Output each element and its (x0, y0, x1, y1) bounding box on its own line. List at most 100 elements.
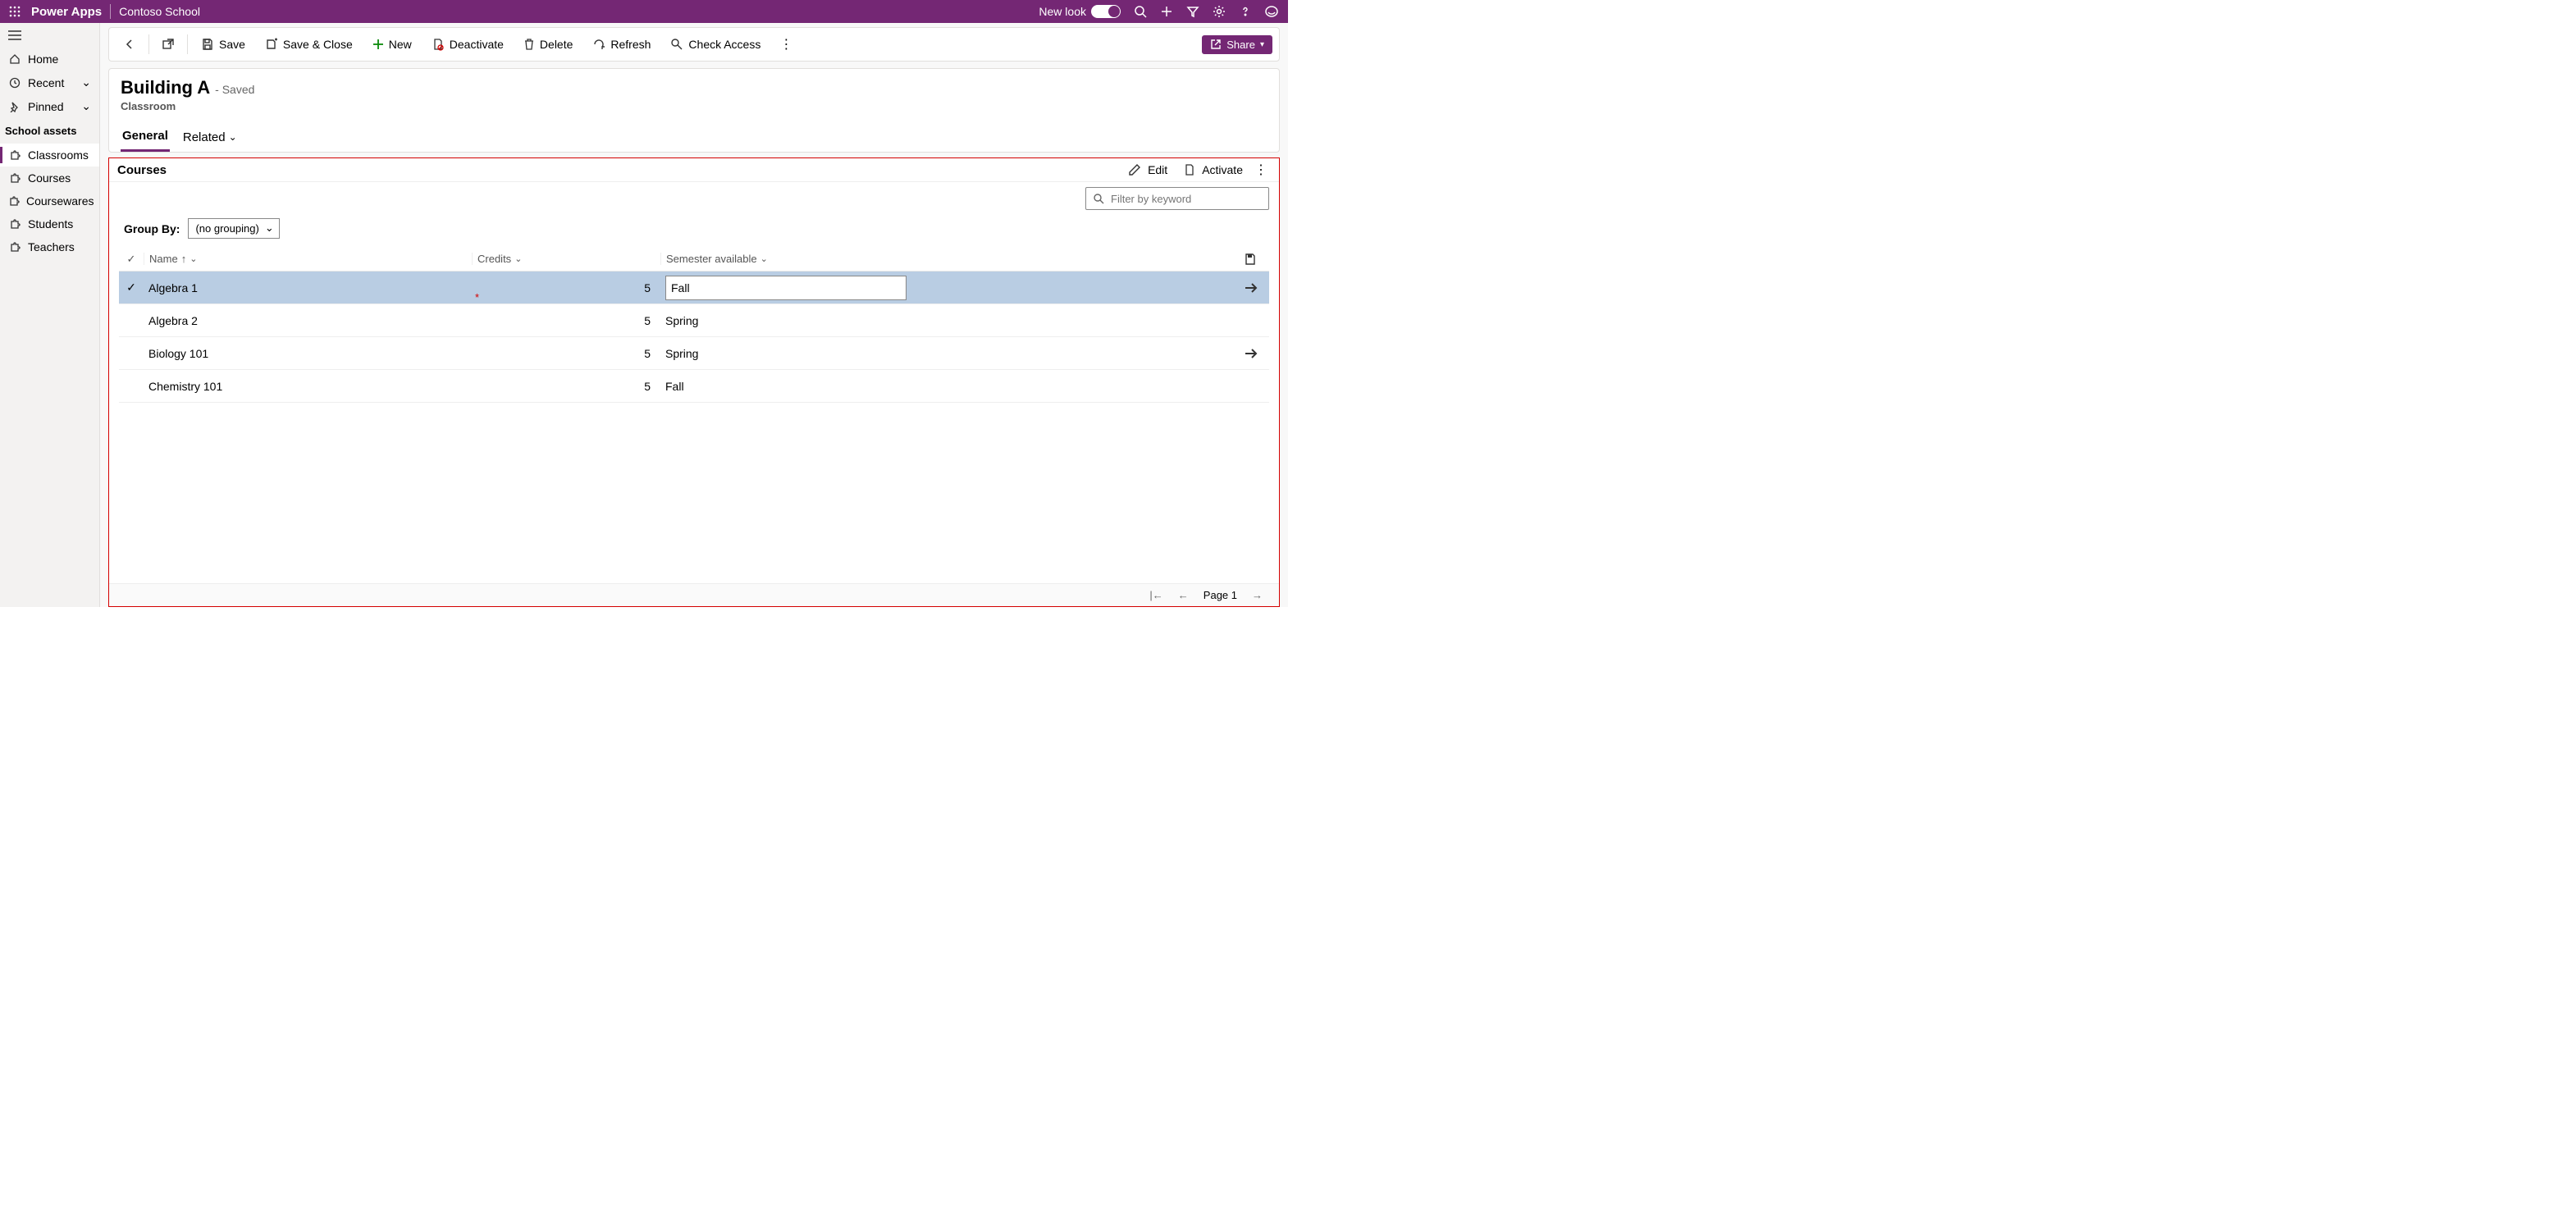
cell-credits[interactable]: 5 (472, 314, 660, 327)
clock-icon (8, 76, 21, 89)
pager-next-icon[interactable]: → (1252, 589, 1263, 601)
tab-related[interactable]: Related⌄ (181, 124, 239, 152)
open-record-arrow-icon[interactable] (1245, 282, 1269, 294)
save-status: - Saved (215, 83, 254, 96)
save-close-button[interactable]: Save & Close (257, 28, 361, 61)
new-button[interactable]: New (364, 28, 420, 61)
table-row[interactable]: ✓ Algebra 1 *5 (119, 272, 1269, 304)
more-commands-icon[interactable]: ⋮ (772, 28, 800, 61)
pin-icon (8, 100, 21, 113)
cell-name[interactable]: Algebra 1 (144, 281, 472, 294)
row-checkbox[interactable]: ✓ (119, 281, 144, 294)
select-all-checkbox[interactable]: ✓ (119, 253, 144, 266)
hamburger-icon[interactable] (0, 23, 99, 48)
sidebar-item-label: Coursewares (26, 194, 94, 208)
nav-pinned[interactable]: Pinned ⌄ (0, 94, 99, 118)
sidebar-item-students[interactable]: Students (0, 212, 99, 235)
sidebar-item-classrooms[interactable]: Classrooms (0, 144, 99, 167)
refresh-button[interactable]: Refresh (584, 28, 659, 61)
header-divider (110, 4, 111, 19)
add-icon[interactable] (1155, 0, 1178, 23)
new-look-switch[interactable] (1091, 5, 1121, 18)
filter-input[interactable] (1111, 193, 1262, 205)
nav-pinned-label: Pinned (28, 100, 64, 113)
back-button[interactable] (116, 28, 144, 61)
cell-semester[interactable]: Spring (660, 347, 907, 360)
share-button[interactable]: Share ▾ (1202, 35, 1272, 54)
subgrid-more-icon[interactable]: ⋮ (1251, 162, 1271, 178)
table-row[interactable]: Biology 101 5 Spring (119, 337, 1269, 370)
nav-recent[interactable]: Recent ⌄ (0, 71, 99, 94)
column-header-credits[interactable]: Credits ⌄ (472, 253, 660, 265)
assistant-icon[interactable] (1260, 0, 1283, 23)
subgrid-activate-button[interactable]: Activate (1176, 163, 1251, 176)
filter-icon[interactable] (1181, 0, 1204, 23)
pager-prev-icon[interactable]: ← (1178, 589, 1189, 601)
pager-page-label: Page 1 (1204, 589, 1237, 601)
org-name: Contoso School (119, 5, 200, 18)
cell-credits[interactable]: *5 (472, 281, 660, 294)
nav-home[interactable]: Home (0, 48, 99, 71)
cell-credits[interactable]: 5 (472, 347, 660, 360)
sidebar-item-label: Courses (28, 171, 71, 185)
app-name: Power Apps (31, 5, 102, 19)
app-launcher-icon[interactable] (5, 2, 25, 21)
sidebar-item-teachers[interactable]: Teachers (0, 235, 99, 258)
gear-icon[interactable] (1208, 0, 1231, 23)
sort-ascending-icon: ↑ (181, 253, 187, 265)
chevron-down-icon: ⌄ (81, 99, 91, 113)
new-look-label: New look (1039, 5, 1086, 18)
open-new-window-icon[interactable] (154, 28, 182, 61)
required-indicator: * (475, 291, 479, 304)
search-icon (1093, 193, 1104, 204)
cell-semester-editing[interactable] (660, 276, 907, 300)
search-icon[interactable] (1129, 0, 1152, 23)
pager-first-icon[interactable]: |← (1149, 589, 1162, 601)
chevron-down-icon: ⌄ (514, 253, 522, 264)
delete-button[interactable]: Delete (515, 28, 581, 61)
subgrid-edit-button[interactable]: Edit (1120, 163, 1176, 176)
puzzle-icon (8, 171, 21, 185)
puzzle-icon (8, 240, 21, 253)
home-icon (8, 52, 21, 66)
save-button[interactable]: Save (193, 28, 253, 61)
plus-icon (372, 39, 384, 50)
new-look-toggle[interactable]: New look (1039, 5, 1121, 18)
column-header-semester[interactable]: Semester available ⌄ (660, 253, 907, 265)
nav-home-label: Home (28, 52, 58, 66)
cell-name[interactable]: Biology 101 (144, 347, 472, 360)
cell-name[interactable]: Chemistry 101 (144, 380, 472, 393)
check-access-button[interactable]: Check Access (662, 28, 769, 61)
chevron-down-icon: ▾ (1260, 40, 1264, 49)
pencil-icon (1128, 163, 1141, 176)
help-icon[interactable] (1234, 0, 1257, 23)
sidebar-item-label: Classrooms (28, 148, 89, 162)
tab-general[interactable]: General (121, 124, 170, 152)
chevron-down-icon: ⌄ (760, 253, 768, 264)
cell-name[interactable]: Algebra 2 (144, 314, 472, 327)
chevron-down-icon: ⌄ (81, 75, 91, 89)
group-by-select[interactable]: (no grouping) (188, 218, 279, 239)
sidebar-item-label: Teachers (28, 240, 75, 253)
filter-keyword-input[interactable] (1085, 187, 1269, 210)
cell-semester[interactable]: Spring (660, 314, 907, 327)
chevron-down-icon: ⌄ (229, 131, 237, 143)
document-icon (1184, 163, 1195, 176)
table-row[interactable]: Algebra 2 5 Spring (119, 304, 1269, 337)
semester-input[interactable] (665, 276, 907, 300)
puzzle-icon (8, 217, 21, 230)
sidebar-item-coursewares[interactable]: Coursewares (0, 189, 99, 212)
record-title: Building A (121, 77, 210, 98)
sidebar-item-courses[interactable]: Courses (0, 167, 99, 189)
column-header-name[interactable]: Name ↑ ⌄ (144, 253, 472, 265)
sidebar-group-label: School assets (0, 118, 99, 144)
subgrid-title: Courses (117, 163, 167, 177)
grid-save-icon[interactable] (1245, 253, 1269, 265)
table-row[interactable]: Chemistry 101 5 Fall (119, 370, 1269, 403)
save-icon (201, 38, 214, 51)
cell-credits[interactable]: 5 (472, 380, 660, 393)
open-record-arrow-icon[interactable] (1245, 348, 1269, 359)
cell-semester[interactable]: Fall (660, 380, 907, 393)
deactivate-button[interactable]: Deactivate (423, 28, 512, 61)
save-close-icon (265, 38, 278, 51)
